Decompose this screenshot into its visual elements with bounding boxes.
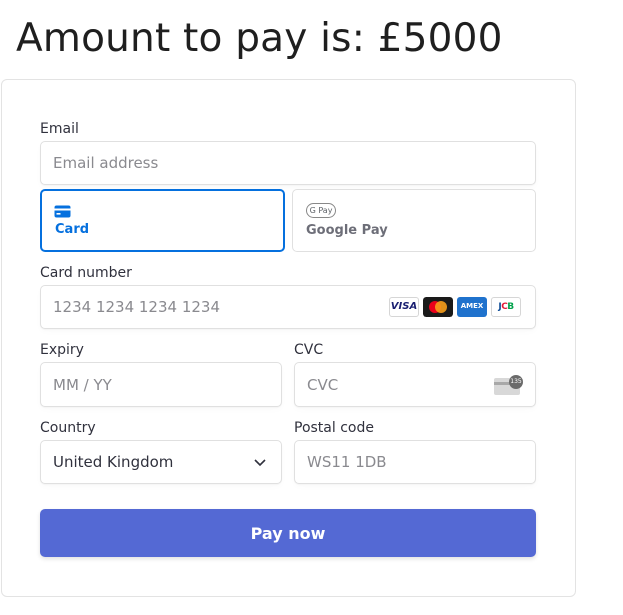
country-value: United Kingdom: [53, 453, 174, 471]
chevron-down-icon: [254, 459, 266, 467]
pay-now-button[interactable]: Pay now: [40, 509, 536, 557]
email-input[interactable]: [53, 142, 399, 184]
postal-code-field[interactable]: [294, 440, 536, 484]
email-field[interactable]: [40, 141, 536, 185]
country-label: Country: [40, 420, 96, 436]
expiry-label: Expiry: [40, 342, 84, 358]
cvc-label: CVC: [294, 342, 324, 358]
cvc-card-icon: 135: [494, 375, 523, 395]
card-icon: [54, 205, 71, 218]
expiry-field[interactable]: [40, 362, 282, 407]
card-number-label: Card number: [40, 265, 132, 281]
jcb-icon: JCB: [491, 297, 521, 317]
postal-code-label: Postal code: [294, 420, 374, 436]
cvc-field[interactable]: 135: [294, 362, 536, 407]
tab-google-pay[interactable]: G Pay Google Pay: [292, 189, 536, 252]
visa-icon: VISA: [389, 297, 419, 317]
country-select[interactable]: United Kingdom: [40, 440, 282, 484]
cvc-input[interactable]: [307, 363, 475, 406]
postal-code-input[interactable]: [307, 441, 475, 483]
card-number-field[interactable]: VISA AMEX JCB: [40, 285, 536, 329]
tab-google-pay-label: Google Pay: [306, 223, 388, 238]
amex-icon: AMEX: [457, 297, 487, 317]
tab-card[interactable]: Card: [40, 189, 285, 252]
card-number-input[interactable]: [53, 286, 399, 328]
expiry-input[interactable]: [53, 363, 221, 406]
tab-card-label: Card: [55, 222, 90, 237]
page-title: Amount to pay is: £5000: [16, 16, 503, 61]
mastercard-icon: [423, 297, 453, 317]
google-pay-icon: G Pay: [306, 203, 336, 218]
email-label: Email: [40, 121, 79, 137]
